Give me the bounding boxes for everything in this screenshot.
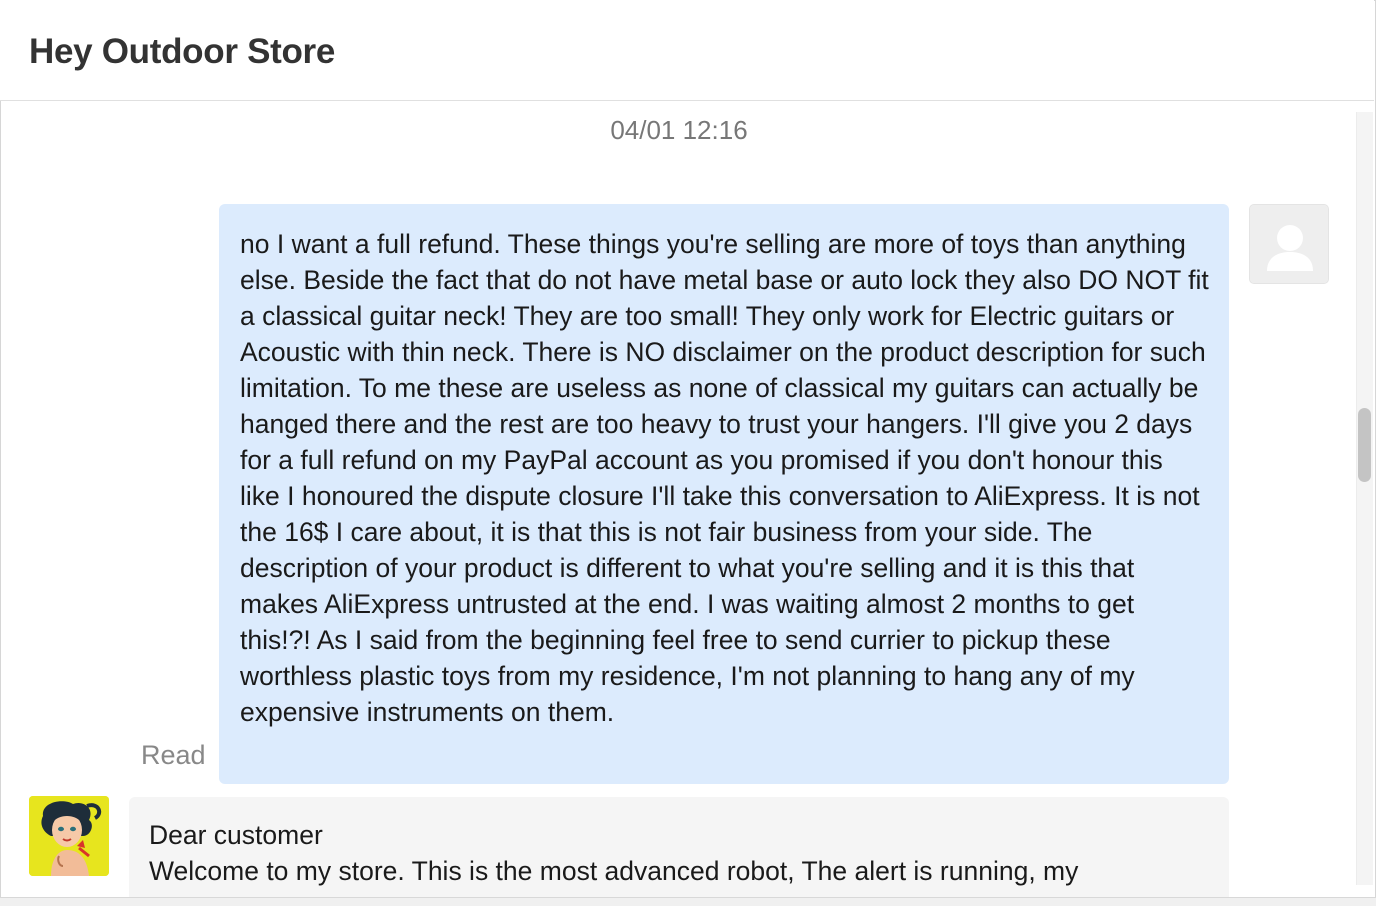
store-avatar-icon[interactable]: [29, 796, 109, 876]
store-title: Hey Outdoor Store: [29, 32, 336, 71]
outgoing-message-bubble: no I want a full refund. These things yo…: [219, 204, 1229, 784]
read-status: Read: [141, 740, 206, 770]
message-list[interactable]: 04/01 12:16 no I want a full refund. The…: [0, 101, 1374, 898]
message-timestamp: 04/01 12:16: [610, 115, 748, 145]
incoming-message-bubble: Dear customer Welcome to my store. This …: [129, 797, 1229, 898]
incoming-message-line: Welcome to my store. This is the most ad…: [149, 856, 1079, 886]
incoming-message-greeting: Dear customer: [149, 820, 323, 850]
scrollbar-track[interactable]: [1356, 112, 1373, 885]
chat-header: Hey Outdoor Store: [0, 0, 1374, 101]
scrollbar-thumb[interactable]: [1358, 408, 1371, 482]
user-placeholder-icon: [1249, 204, 1329, 284]
